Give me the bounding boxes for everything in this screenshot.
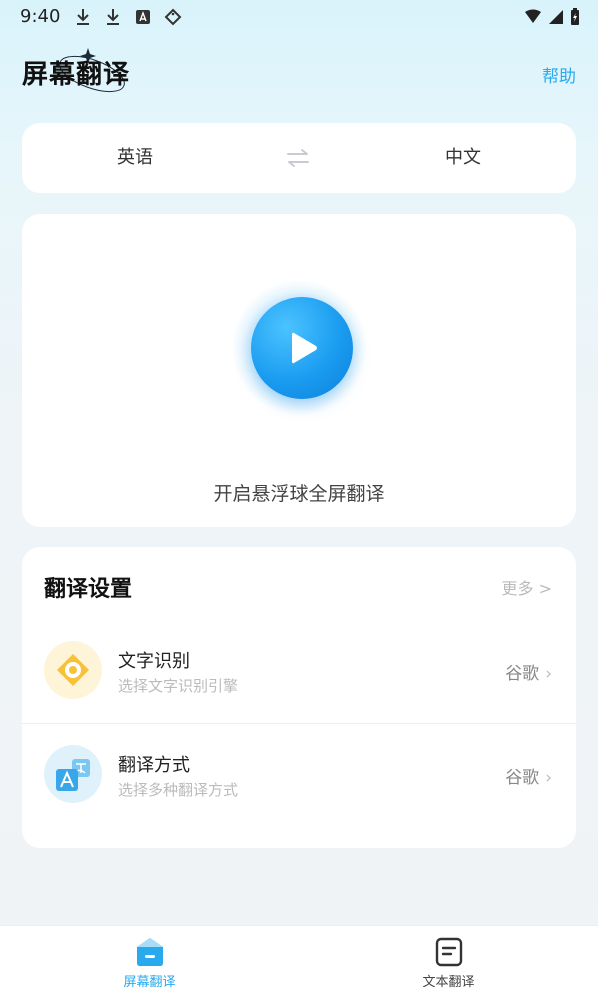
signal-icon <box>548 9 564 29</box>
ocr-value: 谷歌 › <box>505 659 552 684</box>
nav-item-screen-translate[interactable]: 屏幕翻译 <box>0 926 299 999</box>
mode-value: 谷歌 › <box>505 763 552 788</box>
mode-value-text: 谷歌 <box>505 768 540 788</box>
wifi-icon <box>524 9 542 29</box>
nav-item-text-translate[interactable]: 文本翻译 <box>299 926 598 999</box>
floating-ball-label: 开启悬浮球全屏翻译 <box>213 483 385 505</box>
floating-ball-card: 开启悬浮球全屏翻译 <box>22 214 576 527</box>
font-icon <box>134 9 152 29</box>
ocr-value-text: 谷歌 <box>505 664 540 684</box>
translation-mode-row[interactable]: 翻译方式 选择多种翻译方式 谷歌 › <box>22 723 576 827</box>
help-link[interactable]: 帮助 <box>542 62 576 87</box>
ocr-title: 文字识别 <box>118 651 190 672</box>
header: 屏幕翻译 帮助 <box>0 34 598 118</box>
status-system-icons <box>524 8 580 30</box>
settings-title: 翻译设置 <box>44 577 133 602</box>
battery-charging-icon <box>570 8 580 30</box>
download-icon <box>74 8 92 30</box>
settings-more-link[interactable]: 更多 > <box>502 575 553 599</box>
status-time: 9:40 <box>20 6 61 27</box>
start-floating-button[interactable] <box>251 297 353 399</box>
play-icon <box>292 332 317 364</box>
page-title: 屏幕翻译 <box>22 60 131 90</box>
swap-arrows-icon[interactable] <box>284 147 312 169</box>
nav-label-screen-translate: 屏幕翻译 <box>123 975 176 990</box>
chevron-right-icon: › <box>545 664 552 684</box>
document-icon <box>435 937 463 967</box>
status-notification-icons <box>74 8 182 30</box>
bottom-nav: 屏幕翻译 文本翻译 <box>0 925 598 999</box>
translation-settings-card: 翻译设置 更多 > 文字识别 选择文字识别引擎 谷歌 › 翻译方式 选择多种翻译方… <box>22 547 576 848</box>
ocr-subtitle: 选择文字识别引擎 <box>118 677 239 695</box>
status-bar: 9:40 <box>0 0 598 34</box>
translate-icon <box>44 745 102 803</box>
ocr-setting-row[interactable]: 文字识别 选择文字识别引擎 谷歌 › <box>22 619 576 723</box>
target-language-button[interactable]: 中文 <box>350 123 576 193</box>
download-icon <box>104 8 122 30</box>
target-icon <box>44 641 102 699</box>
language-selector: 英语 中文 <box>22 123 576 193</box>
home-icon <box>137 938 163 966</box>
chevron-right-icon: › <box>545 768 552 788</box>
tag-icon <box>164 8 182 30</box>
mode-subtitle: 选择多种翻译方式 <box>118 781 239 799</box>
nav-label-text-translate: 文本翻译 <box>422 975 475 990</box>
source-language-button[interactable]: 英语 <box>22 123 248 193</box>
mode-title: 翻译方式 <box>118 755 190 776</box>
